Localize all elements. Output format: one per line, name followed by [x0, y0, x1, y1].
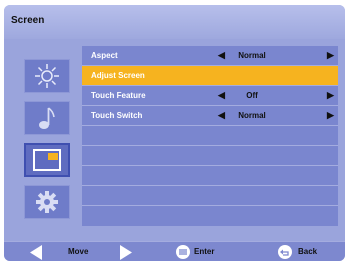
- brightness-icon: [35, 64, 59, 88]
- menu-list: Aspect ◀ Normal ▶ Adjust Screen Touch Fe…: [82, 46, 338, 226]
- back-icon: [280, 249, 289, 256]
- menu-item-aspect[interactable]: Aspect ◀ Normal ▶: [82, 46, 338, 66]
- enter-button-icon[interactable]: [176, 245, 190, 259]
- screen-icon: [33, 149, 61, 171]
- menu-item-label: Touch Feature: [91, 91, 146, 100]
- menu-item-label: Adjust Screen: [91, 71, 145, 80]
- sidebar-item-audio[interactable]: [24, 101, 70, 135]
- left-arrow-icon[interactable]: [30, 245, 42, 260]
- arrow-right-icon[interactable]: ▶: [327, 110, 334, 121]
- menu-lines-icon: [179, 249, 187, 255]
- empty-row: [82, 146, 338, 166]
- footer-bar: Move Enter Back: [4, 241, 345, 261]
- menu-item-label: Aspect: [91, 51, 118, 60]
- page-title: Screen: [11, 15, 45, 26]
- title-bar: Screen: [4, 5, 345, 39]
- menu-item-adjust-screen[interactable]: Adjust Screen: [82, 66, 338, 86]
- menu-item-touch-switch[interactable]: Touch Switch ◀ Normal ▶: [82, 106, 338, 126]
- back-button-icon[interactable]: [278, 245, 292, 259]
- gear-icon: [36, 191, 58, 213]
- menu-item-value: Off: [246, 91, 258, 100]
- empty-row: [82, 166, 338, 186]
- menu-item-touch-feature[interactable]: Touch Feature ◀ Off ▶: [82, 86, 338, 106]
- right-arrow-icon[interactable]: [120, 245, 132, 260]
- arrow-right-icon[interactable]: ▶: [327, 90, 334, 101]
- back-label: Back: [298, 247, 318, 256]
- move-label: Move: [68, 247, 89, 256]
- empty-row: [82, 206, 338, 226]
- enter-label: Enter: [194, 247, 215, 256]
- screen-settings-menu: Screen Aspect ◀ Normal ▶ Adjust Screen T…: [4, 5, 345, 261]
- menu-item-label: Touch Switch: [91, 111, 143, 120]
- menu-item-value: Normal: [238, 111, 266, 120]
- menu-item-value: Normal: [238, 51, 266, 60]
- sidebar-item-screen[interactable]: [24, 143, 70, 177]
- sidebar-item-brightness[interactable]: [24, 59, 70, 93]
- empty-row: [82, 126, 338, 146]
- arrow-right-icon[interactable]: ▶: [327, 50, 334, 61]
- sidebar-item-settings[interactable]: [24, 185, 70, 219]
- empty-row: [82, 186, 338, 206]
- music-note-icon: [39, 107, 55, 129]
